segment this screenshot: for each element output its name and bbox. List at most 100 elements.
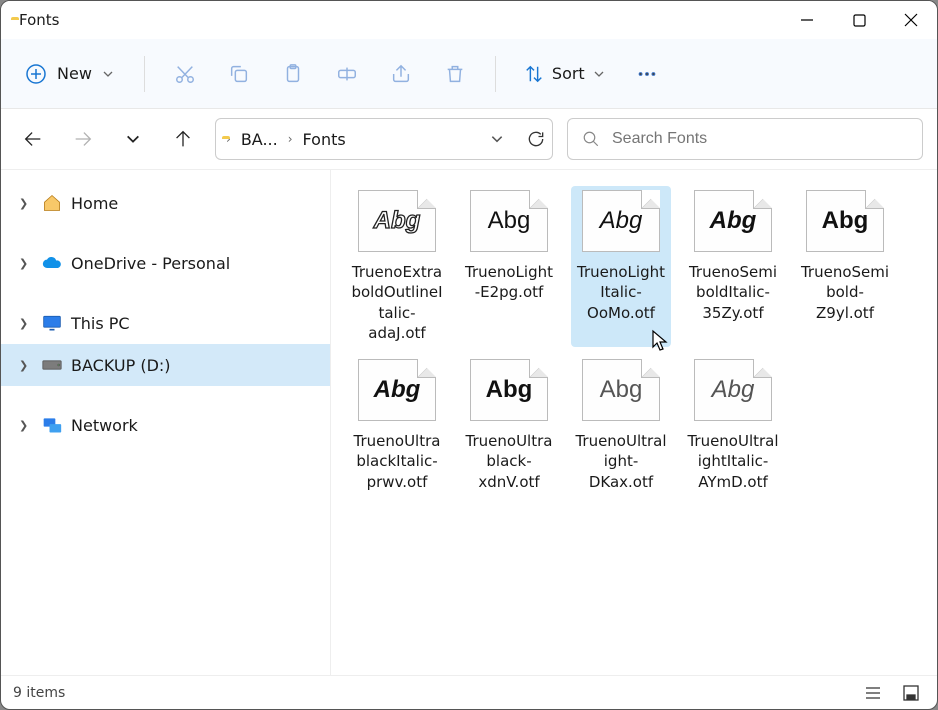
file-name: TruenoUltrablack-xdnV.otf — [463, 431, 555, 492]
font-preview-glyph: Abg — [600, 207, 643, 235]
home-icon — [41, 192, 63, 214]
statusbar: 9 items — [1, 675, 937, 709]
font-preview-glyph: Abg — [710, 207, 757, 235]
rename-button[interactable] — [323, 50, 371, 98]
copy-icon — [228, 63, 250, 85]
recent-button[interactable] — [115, 121, 151, 157]
share-icon — [390, 63, 412, 85]
scissors-icon — [174, 63, 196, 85]
chevron-down-icon — [102, 68, 114, 80]
arrow-up-icon — [172, 128, 194, 150]
chevron-down-icon — [125, 131, 141, 147]
monitor-icon — [41, 312, 63, 334]
back-button[interactable] — [15, 121, 51, 157]
main-area: ❯ Home ❯ OneDrive - Personal ❯ This PC ❯… — [1, 169, 937, 675]
chevron-right-icon[interactable]: ❯ — [19, 317, 33, 330]
font-file-icon: Abg — [582, 359, 660, 421]
paste-button[interactable] — [269, 50, 317, 98]
font-preview-glyph: Abg — [488, 207, 531, 235]
toolbar: New Sort — [1, 39, 937, 109]
font-file-icon: Abg — [694, 190, 772, 252]
file-tile[interactable]: Abg TruenoSemibold-Z9yl.otf — [795, 186, 895, 347]
file-name: TruenoLightItalic-OoMo.otf — [575, 262, 667, 323]
file-tile[interactable]: Abg TruenoLight-E2pg.otf — [459, 186, 559, 347]
chevron-right-icon[interactable]: ❯ — [19, 257, 33, 270]
chevron-right-icon[interactable]: › — [288, 132, 293, 146]
file-tile[interactable]: Abg TruenoSemiboldItalic-35Zy.otf — [683, 186, 783, 347]
file-name: TruenoLight-E2pg.otf — [463, 262, 555, 303]
file-name: TruenoSemibold-Z9yl.otf — [799, 262, 891, 323]
new-button-label: New — [57, 64, 92, 83]
file-tile[interactable]: Abg TruenoUltrablack-xdnV.otf — [459, 355, 559, 496]
font-file-icon: Abg — [694, 359, 772, 421]
breadcrumb[interactable]: › BA... › Fonts — [215, 118, 553, 160]
sidebar-item-label: Network — [71, 416, 138, 435]
separator — [495, 56, 496, 92]
file-tile[interactable]: Abg TruenoUltralight-DKax.otf — [571, 355, 671, 496]
titlebar: Fonts — [1, 1, 937, 39]
font-preview-glyph: Abg — [486, 376, 533, 404]
sidebar-item-label: BACKUP (D:) — [71, 356, 171, 375]
font-file-icon: Abg — [582, 190, 660, 252]
share-button[interactable] — [377, 50, 425, 98]
plus-circle-icon — [25, 63, 47, 85]
maximize-button[interactable] — [833, 1, 885, 39]
font-preview-glyph: Abg — [712, 376, 755, 404]
refresh-icon[interactable] — [526, 129, 546, 149]
chevron-right-icon[interactable]: ❯ — [19, 197, 33, 210]
file-tile[interactable]: Abg TruenoLightItalic-OoMo.otf — [571, 186, 671, 347]
sidebar-item[interactable]: ❯ Network — [1, 404, 330, 446]
breadcrumb-segment[interactable]: Fonts — [297, 126, 352, 153]
sidebar-item[interactable]: ❯ Home — [1, 182, 330, 224]
font-file-icon: Abg — [470, 190, 548, 252]
new-button[interactable]: New — [11, 55, 128, 93]
sidebar-item-label: This PC — [71, 314, 130, 333]
font-preview-glyph: Abg — [374, 207, 421, 235]
sidebar-item[interactable]: ❯ OneDrive - Personal — [1, 242, 330, 284]
trash-icon — [444, 63, 466, 85]
sort-button[interactable]: Sort — [512, 56, 617, 92]
more-button[interactable] — [623, 50, 671, 98]
file-tile[interactable]: Abg TruenoUltralightItalic-AYmD.otf — [683, 355, 783, 496]
file-tile[interactable]: Abg TruenoUltrablackItalic-prwv.otf — [347, 355, 447, 496]
font-file-icon: Abg — [358, 190, 436, 252]
titlebar-left: Fonts — [11, 11, 781, 29]
font-preview-glyph: Abg — [600, 376, 643, 404]
explorer-window: Fonts New — [0, 0, 938, 710]
delete-button[interactable] — [431, 50, 479, 98]
chevron-down-icon[interactable] — [490, 132, 504, 146]
clipboard-icon — [282, 63, 304, 85]
minimize-button[interactable] — [781, 1, 833, 39]
search-box[interactable] — [567, 118, 923, 160]
icons-view-button[interactable] — [897, 681, 925, 705]
sidebar-item-label: Home — [71, 194, 118, 213]
chevron-right-icon[interactable]: ❯ — [19, 359, 33, 372]
file-name: TruenoUltralight-DKax.otf — [575, 431, 667, 492]
search-input[interactable] — [612, 130, 908, 148]
sidebar: ❯ Home ❯ OneDrive - Personal ❯ This PC ❯… — [1, 170, 331, 675]
forward-button[interactable] — [65, 121, 101, 157]
chevron-right-icon[interactable]: › — [226, 132, 231, 146]
details-view-button[interactable] — [859, 681, 887, 705]
status-text: 9 items — [13, 685, 65, 701]
drive-icon — [41, 354, 63, 376]
ellipsis-icon — [636, 63, 658, 85]
sidebar-item[interactable]: ❯ This PC — [1, 302, 330, 344]
window-title: Fonts — [19, 11, 59, 29]
sidebar-item-label: OneDrive - Personal — [71, 254, 230, 273]
close-button[interactable] — [885, 1, 937, 39]
chevron-right-icon[interactable]: ❯ — [19, 419, 33, 432]
file-tile[interactable]: Abg TruenoExtraboldOutlineItalic-adaJ.ot… — [347, 186, 447, 347]
copy-button[interactable] — [215, 50, 263, 98]
breadcrumb-segment[interactable]: BA... — [235, 126, 284, 153]
cut-button[interactable] — [161, 50, 209, 98]
up-button[interactable] — [165, 121, 201, 157]
file-grid[interactable]: Abg TruenoExtraboldOutlineItalic-adaJ.ot… — [331, 170, 937, 675]
sidebar-item[interactable]: ❯ BACKUP (D:) — [1, 344, 330, 386]
arrow-left-icon — [22, 128, 44, 150]
font-preview-glyph: Abg — [822, 207, 869, 235]
file-name: TruenoUltrablackItalic-prwv.otf — [351, 431, 443, 492]
rename-icon — [336, 63, 358, 85]
font-file-icon: Abg — [358, 359, 436, 421]
arrow-right-icon — [72, 128, 94, 150]
